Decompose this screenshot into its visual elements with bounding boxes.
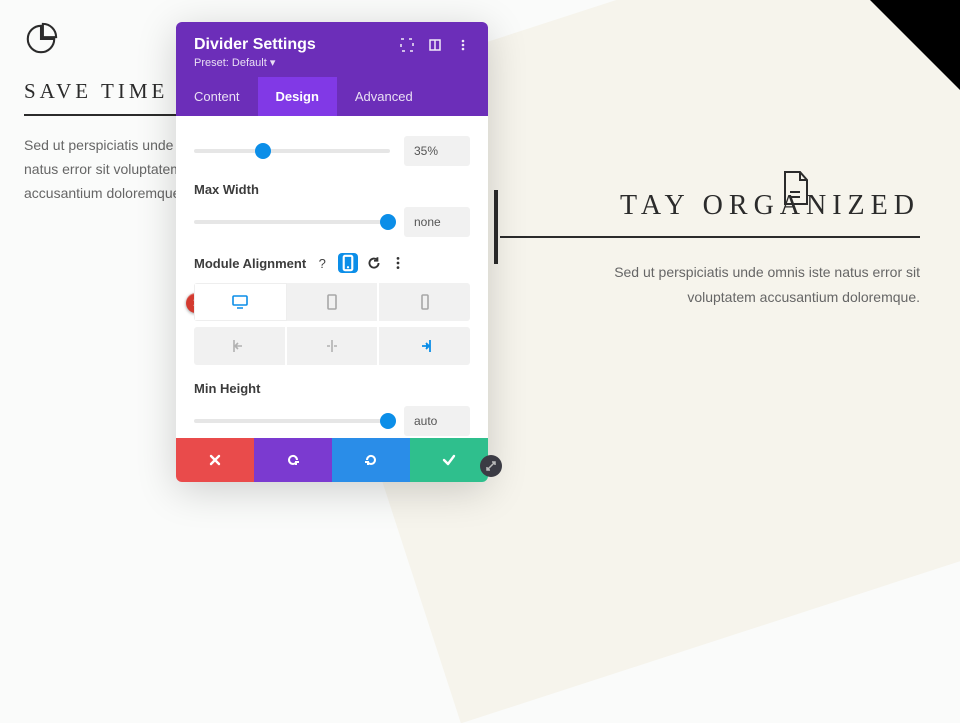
corner-triangle bbox=[870, 0, 960, 90]
stay-organized-body: Sed ut perspiciatis unde omnis iste natu… bbox=[500, 260, 920, 310]
drag-handle[interactable] bbox=[480, 455, 502, 477]
right-column: TAY ORGANIZED Sed ut perspiciatis unde o… bbox=[500, 190, 920, 310]
min-height-control bbox=[194, 406, 470, 436]
min-height-slider[interactable] bbox=[194, 407, 390, 435]
help-icon[interactable]: ? bbox=[314, 255, 330, 271]
more-icon[interactable] bbox=[456, 38, 470, 52]
stay-organized-heading: TAY ORGANIZED bbox=[500, 190, 920, 222]
snap-icon[interactable] bbox=[428, 38, 442, 52]
device-phone[interactable] bbox=[379, 283, 470, 321]
tab-content[interactable]: Content bbox=[176, 77, 258, 116]
modal-header: Divider Settings Preset: Default ▾ bbox=[176, 22, 488, 77]
tab-advanced[interactable]: Advanced bbox=[337, 77, 431, 116]
align-right[interactable] bbox=[379, 327, 470, 365]
modal-footer bbox=[176, 438, 488, 482]
reset-icon[interactable] bbox=[366, 255, 382, 271]
modal-title: Divider Settings bbox=[194, 36, 316, 54]
max-width-value-input[interactable] bbox=[404, 207, 470, 237]
vertical-accent bbox=[494, 190, 498, 264]
max-width-label: Max Width bbox=[194, 182, 470, 197]
modal-tabs: Content Design Advanced bbox=[176, 77, 488, 116]
document-icon bbox=[782, 170, 810, 206]
undo-button[interactable] bbox=[254, 438, 332, 482]
device-tablet[interactable] bbox=[287, 283, 380, 321]
pie-chart-icon bbox=[24, 22, 58, 56]
min-height-value-input[interactable] bbox=[404, 406, 470, 436]
close-button[interactable] bbox=[176, 438, 254, 482]
modal-body[interactable]: Max Width Module Alignment ? bbox=[176, 116, 488, 438]
divider-settings-modal: Divider Settings Preset: Default ▾ Conte… bbox=[176, 22, 488, 482]
expand-icon[interactable] bbox=[400, 38, 414, 52]
preset-selector[interactable]: Preset: Default ▾ bbox=[194, 56, 470, 69]
max-width-control bbox=[194, 207, 470, 237]
device-toggle bbox=[194, 283, 470, 321]
save-button[interactable] bbox=[410, 438, 488, 482]
max-width-slider[interactable] bbox=[194, 208, 390, 236]
width-slider[interactable] bbox=[194, 137, 390, 165]
kebab-icon[interactable] bbox=[390, 255, 406, 271]
align-center[interactable] bbox=[287, 327, 380, 365]
responsive-toggle-icon[interactable] bbox=[338, 253, 358, 273]
module-alignment-label: Module Alignment ? bbox=[194, 253, 470, 273]
redo-button[interactable] bbox=[332, 438, 410, 482]
width-control bbox=[194, 136, 470, 166]
min-height-label: Min Height bbox=[194, 381, 470, 396]
width-value-input[interactable] bbox=[404, 136, 470, 166]
device-desktop[interactable] bbox=[194, 283, 287, 321]
alignment-toggle bbox=[194, 327, 470, 365]
heading-rule-right bbox=[500, 236, 920, 238]
align-left[interactable] bbox=[194, 327, 287, 365]
tab-design[interactable]: Design bbox=[258, 77, 337, 116]
